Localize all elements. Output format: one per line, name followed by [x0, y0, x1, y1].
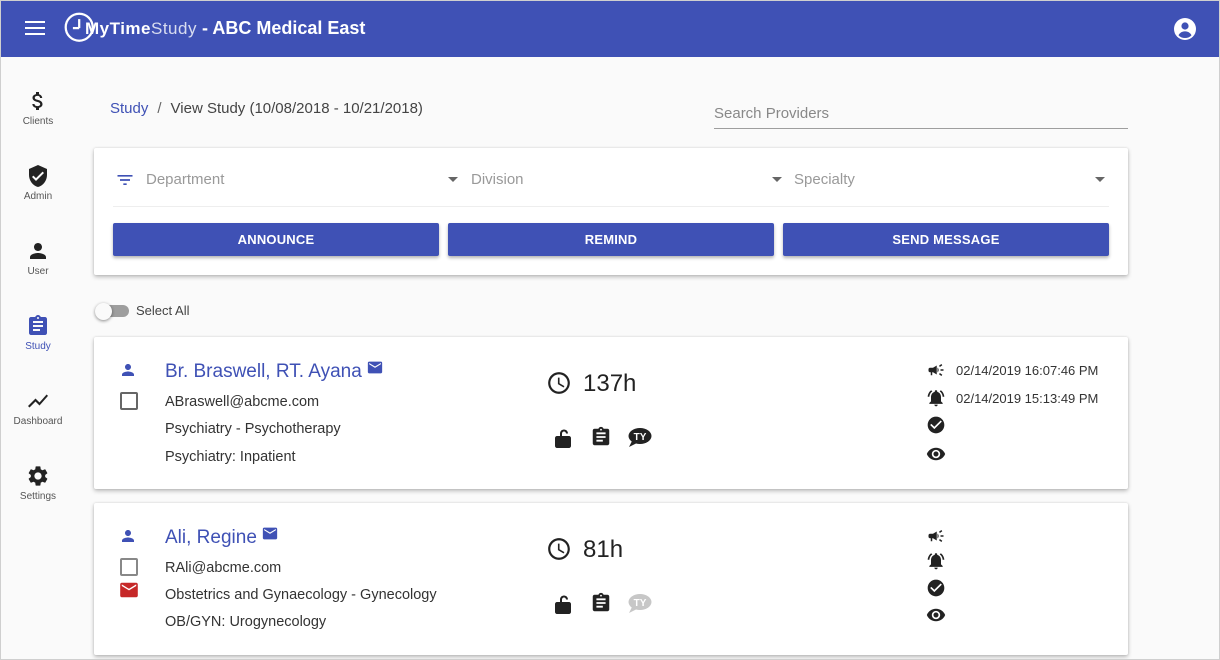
filter-card: Department Division Specialty ANNOUNCE R…: [94, 148, 1128, 275]
sidebar-item-dashboard[interactable]: Dashboard: [1, 389, 75, 449]
svg-text:TY: TY: [634, 598, 647, 609]
specialty-placeholder: Specialty: [794, 171, 855, 188]
mail-icon[interactable]: [262, 527, 278, 540]
logo-text-secondary: Study: [151, 19, 197, 38]
chevron-down-icon: [772, 177, 782, 182]
mail-icon[interactable]: [367, 361, 383, 374]
provider-specialty: Psychiatry: Inpatient: [165, 449, 296, 465]
check-circle-icon: [927, 416, 945, 434]
megaphone-icon: [928, 530, 944, 542]
search-field: [714, 99, 1128, 129]
sidebar-item-user[interactable]: User: [1, 239, 75, 299]
clipboard-icon[interactable]: [590, 592, 612, 614]
search-input[interactable]: [714, 99, 1128, 127]
gear-icon: [28, 466, 48, 486]
sidebar-item-admin[interactable]: Admin: [1, 164, 75, 224]
app-title: - ABC Medical East: [202, 18, 366, 38]
logo-text-primary: MyTime: [85, 19, 151, 38]
sidebar-item-study[interactable]: Study: [1, 314, 75, 374]
top-app-bar: MyTimeStudy - ABC Medical East: [1, 1, 1219, 57]
sidebar-item-settings[interactable]: Settings: [1, 464, 75, 524]
provider-card: Br. Braswell, RT. Ayana ABraswell@abcme.…: [94, 337, 1128, 489]
provider-specialty: OB/GYN: Urogynecology: [165, 614, 327, 630]
specialty-select[interactable]: Specialty: [794, 168, 1105, 194]
clock-icon: [548, 538, 570, 560]
sidebar-nav: Clients Admin User Study Dashboard Setti…: [1, 57, 75, 659]
person-icon: [122, 530, 134, 542]
logo-text: MyTimeStudy: [85, 19, 197, 39]
bell-ring-icon: [927, 553, 945, 570]
app-window: MyTimeStudy - ABC Medical East Clients A…: [0, 0, 1220, 660]
provider-name[interactable]: Ali, Regine: [165, 527, 257, 548]
unread-mail-icon[interactable]: [119, 582, 139, 598]
clipboard-icon[interactable]: [590, 426, 612, 448]
hours-value: 137h: [583, 370, 637, 397]
department-placeholder: Department: [146, 171, 225, 188]
announced-timestamp: 02/14/2019 16:07:46 PM: [956, 363, 1099, 378]
provider-email: RAli@abcme.com: [165, 560, 282, 576]
provider-name[interactable]: Br. Braswell, RT. Ayana: [165, 361, 362, 382]
shield-check-icon: [29, 165, 47, 187]
hours-value: 81h: [583, 536, 624, 563]
breadcrumb: Study / View Study (10/08/2018 - 10/21/201…: [110, 100, 423, 117]
megaphone-icon: [928, 364, 944, 376]
lock-open-icon[interactable]: [551, 592, 575, 616]
provider-name-row: Ali, Regine: [165, 527, 278, 549]
select-all-label: Select All: [136, 303, 190, 318]
provider-email: ABraswell@abcme.com: [165, 394, 320, 410]
announce-button[interactable]: ANNOUNCE: [113, 223, 439, 256]
toggle-thumb: [95, 303, 112, 320]
divider: [113, 206, 1109, 207]
remind-button[interactable]: REMIND: [448, 223, 774, 256]
sidebar-item-clients[interactable]: Clients: [1, 89, 75, 149]
dollar-icon: [32, 92, 43, 110]
provider-card: Ali, Regine RAli@abcme.com Obstetrics an…: [94, 503, 1128, 655]
sidebar-item-label: Study: [25, 341, 51, 352]
lock-open-icon[interactable]: [551, 426, 575, 450]
clipboard-icon: [29, 315, 47, 335]
send-message-button[interactable]: SEND MESSAGE: [783, 223, 1109, 256]
sidebar-item-label: Admin: [23, 191, 53, 202]
clock-icon: [548, 372, 570, 394]
chevron-down-icon: [1095, 177, 1105, 182]
breadcrumb-separator: /: [157, 100, 162, 117]
provider-checkbox[interactable]: [120, 558, 138, 576]
sidebar-item-label: Dashboard: [13, 416, 63, 427]
chevron-down-icon: [448, 177, 458, 182]
check-circle-icon: [927, 579, 945, 597]
thank-you-bubble-icon[interactable]: TY: [627, 592, 653, 614]
trending-icon: [28, 394, 48, 408]
provider-name-row: Br. Braswell, RT. Ayana: [165, 361, 383, 383]
provider-department: Obstetrics and Gynaecology - Gynecology: [165, 587, 437, 603]
eye-icon[interactable]: [926, 444, 946, 464]
sidebar-item-label: User: [27, 266, 49, 277]
breadcrumb-link-study[interactable]: Study: [110, 100, 148, 117]
person-icon: [122, 364, 134, 376]
provider-department: Psychiatry - Psychotherapy: [165, 421, 341, 437]
person-icon: [30, 243, 46, 259]
sidebar-item-label: Clients: [22, 116, 54, 127]
account-circle-icon[interactable]: [1173, 17, 1197, 41]
sidebar-item-label: Settings: [19, 491, 57, 502]
bell-ring-icon: [927, 390, 945, 407]
division-select[interactable]: Division: [471, 168, 782, 194]
division-placeholder: Division: [471, 171, 524, 188]
reminded-timestamp: 02/14/2019 15:13:49 PM: [956, 391, 1099, 406]
breadcrumb-current: View Study (10/08/2018 - 10/21/2018): [170, 100, 423, 117]
select-all-toggle[interactable]: [95, 303, 129, 320]
filter-list-icon[interactable]: [115, 170, 135, 190]
thank-you-bubble-icon[interactable]: TY: [627, 426, 653, 448]
svg-text:TY: TY: [634, 432, 647, 443]
provider-checkbox[interactable]: [120, 392, 138, 410]
menu-icon[interactable]: [25, 18, 47, 40]
eye-icon[interactable]: [926, 605, 946, 625]
department-select[interactable]: Department: [146, 168, 458, 194]
